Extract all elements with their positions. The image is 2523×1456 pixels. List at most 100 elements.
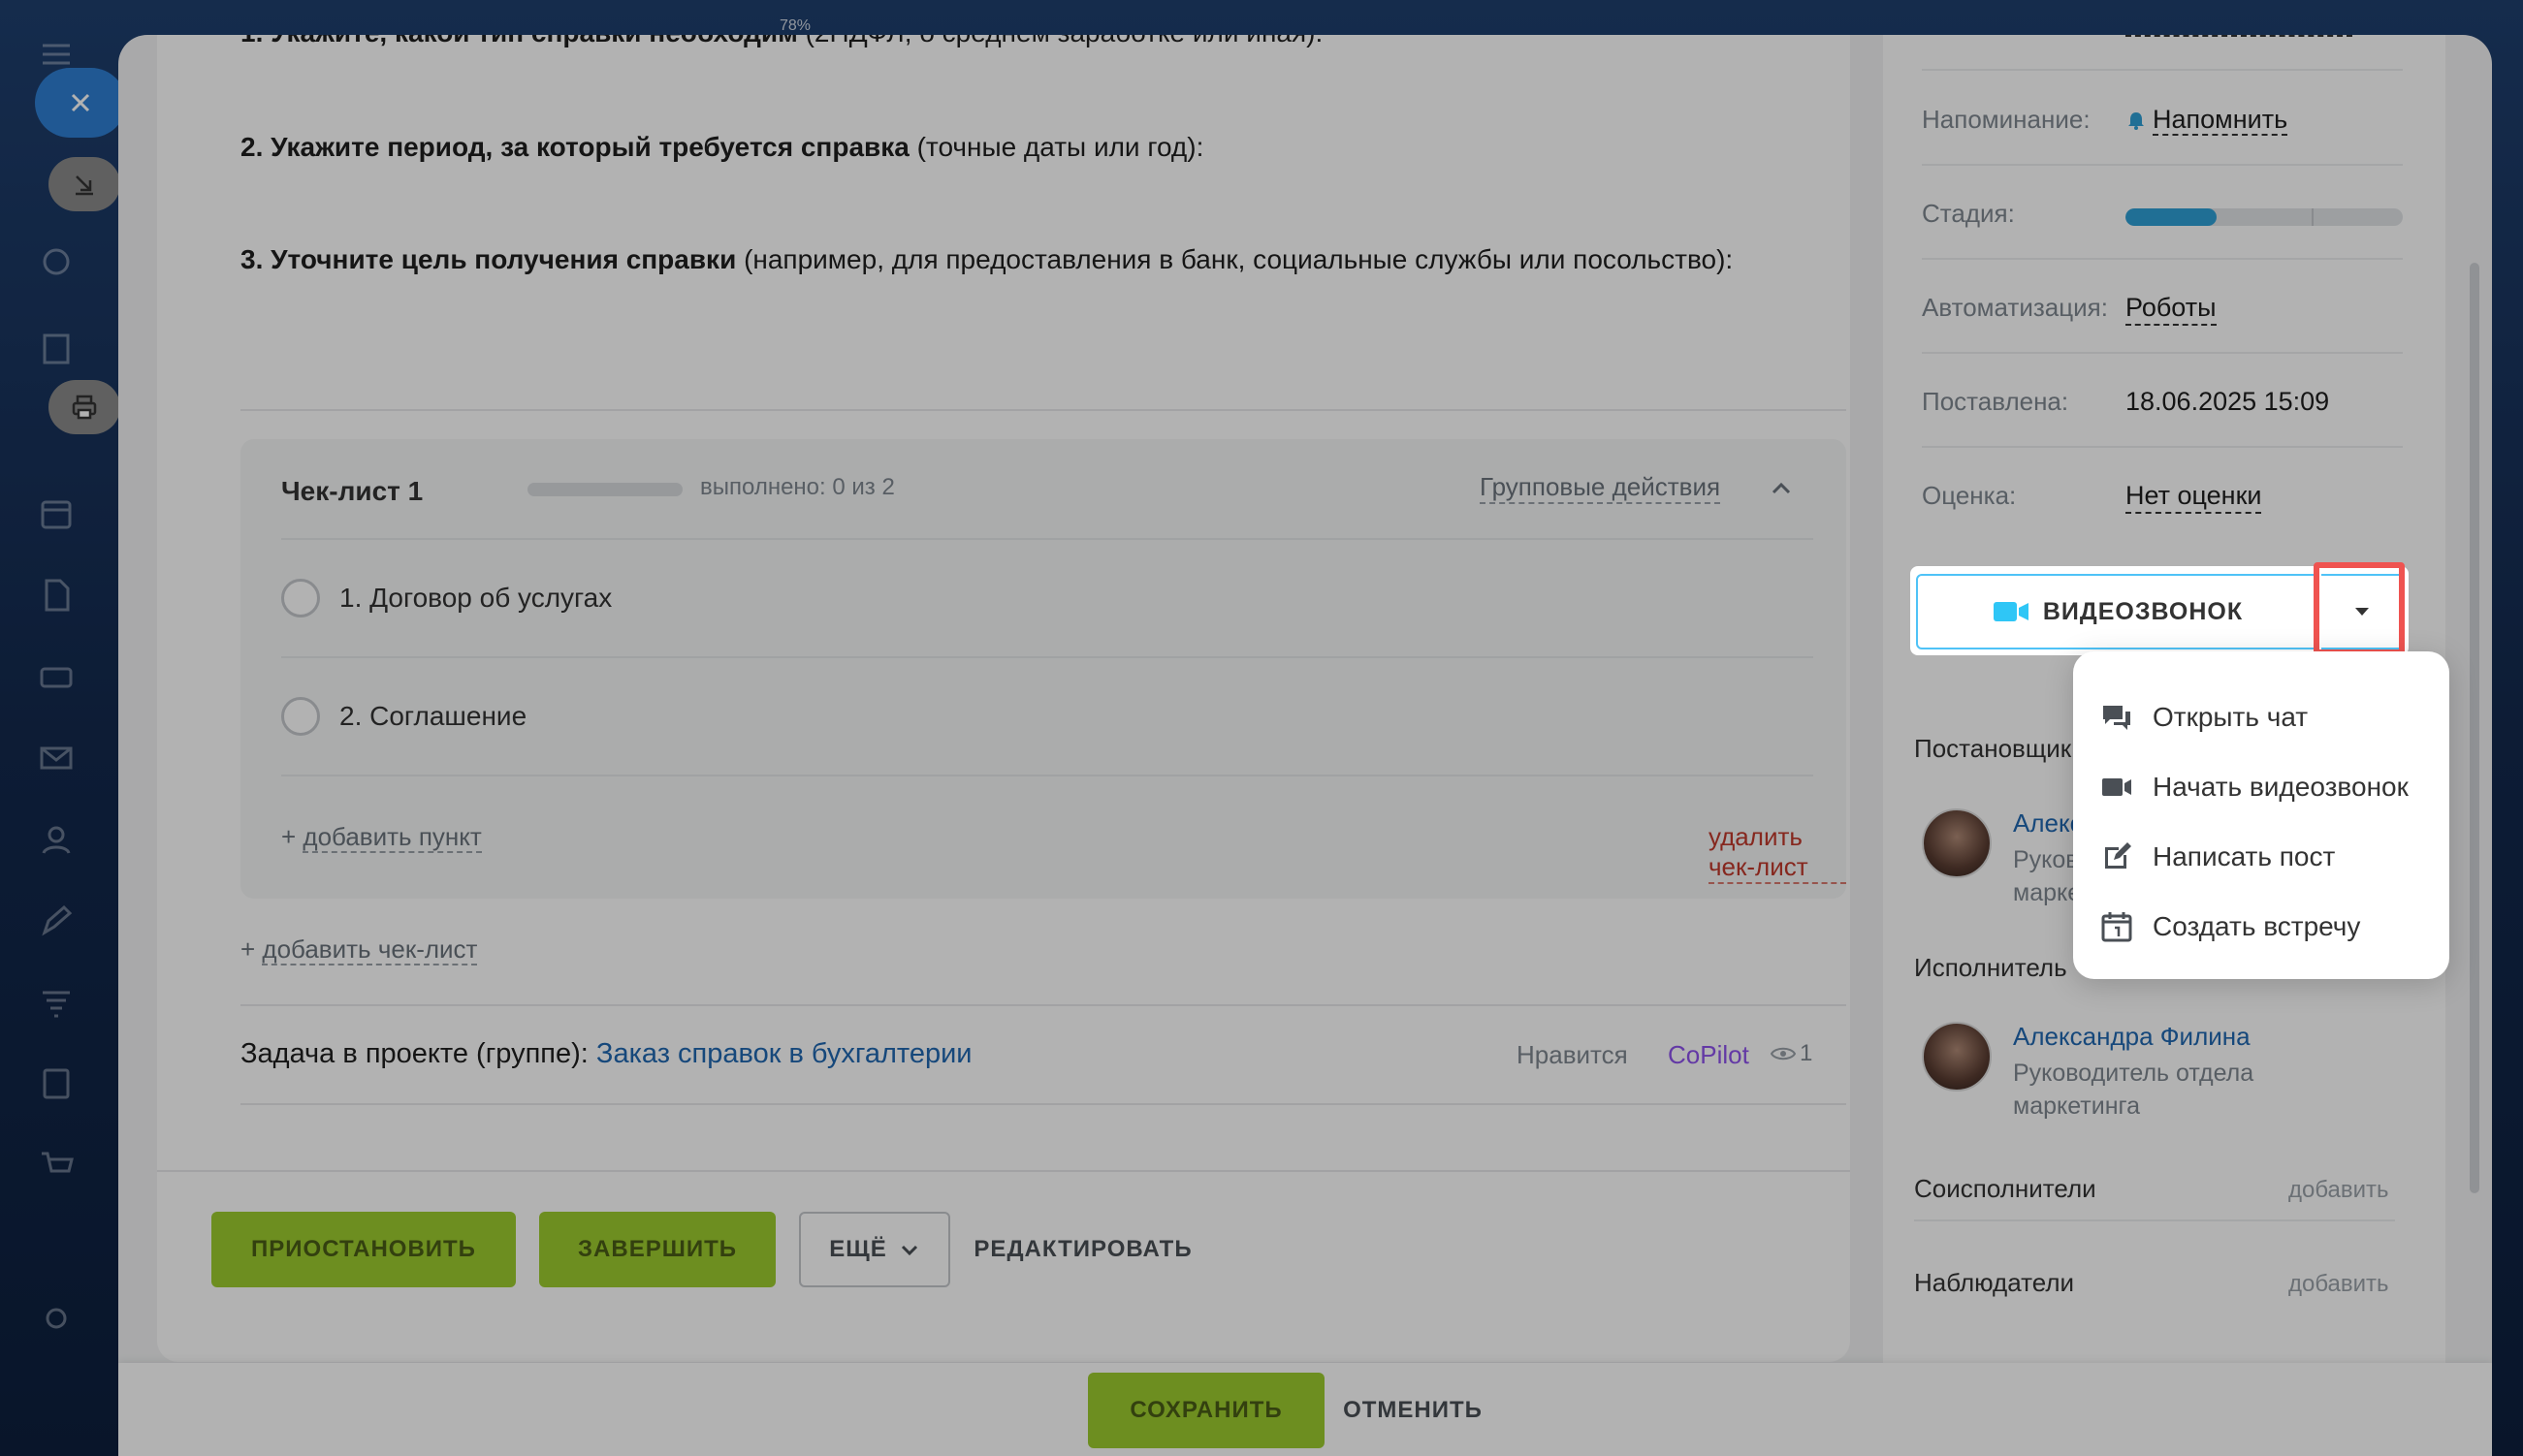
group-actions-link[interactable]: Групповые действия <box>1480 472 1721 504</box>
description-line-2-rest: (точные даты или год): <box>909 132 1204 162</box>
add-observer-link[interactable]: добавить <box>2288 1271 2389 1298</box>
add-item-label: добавить пункт <box>303 822 482 853</box>
description-line-3: 3. Уточните цель получения справки (напр… <box>240 244 1733 275</box>
created-label: Поставлена: <box>1922 387 2069 416</box>
avatar[interactable] <box>1922 1022 1992 1092</box>
assignee-person[interactable]: Александра Филина Руководитель отдела ма… <box>1922 1022 2378 1128</box>
menu-item-create-meeting[interactable]: Создать встречу <box>2100 902 2430 952</box>
menu-item-write-post[interactable]: Написать пост <box>2100 832 2430 882</box>
description-line-2: 2. Укажите период, за который требуется … <box>240 132 1203 163</box>
close-icon <box>71 93 90 112</box>
cancel-button[interactable]: ОТМЕНИТЬ <box>1340 1373 1485 1448</box>
add-coexecutor-link[interactable]: добавить <box>2288 1177 2389 1204</box>
menu-item-label: Начать видеозвонок <box>2153 772 2409 802</box>
complete-button[interactable]: ЗАВЕРШИТЬ <box>539 1212 776 1287</box>
bell-icon <box>2128 112 2144 130</box>
rail-calendar-icon[interactable] <box>37 494 76 533</box>
checklist-item-checkbox[interactable] <box>281 697 320 736</box>
chat-icon <box>2103 706 2130 730</box>
automation-row: Автоматизация: Роботы <box>1922 260 2403 354</box>
video-call-button[interactable]: ВИДЕОЗВОНОК <box>1916 574 2319 649</box>
sidebar-scrollbar[interactable] <box>2470 263 2479 1193</box>
footer-divider <box>157 1170 1850 1172</box>
checklist-title[interactable]: Чек-лист 1 <box>281 476 423 507</box>
menu-item-label: Открыть чат <box>2153 702 2309 732</box>
video-call-menu: Открыть чат Начать видеозвонок Написать … <box>2073 651 2449 979</box>
checklist-divider <box>281 775 1813 776</box>
add-checklist-item-link[interactable]: + добавить пункт <box>281 822 482 853</box>
add-checklist-link[interactable]: + добавить чек-лист <box>240 934 478 965</box>
avatar[interactable] <box>1922 808 1992 878</box>
coexecutors-divider <box>1914 1219 2395 1221</box>
rail-drive-icon[interactable] <box>37 657 76 696</box>
rail-contacts-icon[interactable] <box>37 820 76 859</box>
assignee-section-title: Исполнитель <box>1914 953 2067 982</box>
add-item-prefix: + <box>281 822 303 851</box>
assignee-name[interactable]: Александра Филина <box>2013 1022 2251 1052</box>
rail-sales-icon[interactable] <box>37 242 76 281</box>
rail-docs-icon[interactable] <box>37 576 76 615</box>
checklist-progress-text: выполнено: 0 из 2 <box>700 474 895 500</box>
bottom-action-bar: СОХРАНИТЬ ОТМЕНИТЬ <box>118 1363 2492 1456</box>
dropdown-toggle-highlight <box>2314 562 2405 655</box>
more-button[interactable]: ЕЩЁ <box>799 1212 950 1287</box>
menu-item-open-chat[interactable]: Открыть чат <box>2100 692 2430 743</box>
rail-settings-icon[interactable] <box>37 1299 76 1338</box>
minimize-slider-button[interactable] <box>48 157 120 211</box>
checklist-item-checkbox[interactable] <box>281 579 320 617</box>
stage-tick <box>2312 208 2314 226</box>
copilot-button[interactable]: CoPilot <box>1668 1040 1749 1070</box>
reminder-value[interactable]: Напомнить <box>2125 105 2288 136</box>
edit-button[interactable]: РЕДАКТИРОВАТЬ <box>972 1212 1195 1287</box>
stage-progress-fill <box>2125 208 2218 226</box>
video-camera-icon <box>1993 602 2028 621</box>
sidebar-row-cut <box>1922 35 2403 71</box>
reminder-label: Напоминание: <box>1922 105 2091 134</box>
print-button[interactable] <box>48 380 120 434</box>
assignee-role-line-2: маркетинга <box>2013 1092 2140 1120</box>
close-slider-button[interactable] <box>35 68 126 138</box>
zoom-label: 78% <box>780 17 812 34</box>
checklist: Чек-лист 1 выполнено: 0 из 2 Групповые д… <box>240 439 1846 899</box>
pause-button[interactable]: ПРИОСТАНОВИТЬ <box>211 1212 516 1287</box>
rail-mail-icon[interactable] <box>37 739 76 777</box>
assignee-role-line-1: Руководитель отдела <box>2013 1060 2254 1087</box>
video-camera-icon <box>2102 778 2131 796</box>
minimize-arrow-icon <box>76 175 93 196</box>
like-button[interactable]: Нравится <box>1517 1040 1628 1070</box>
rail-shop-icon[interactable] <box>37 1146 76 1185</box>
description-line-3-bold: 3. Уточните цель получения справки <box>240 244 737 274</box>
stage-progress[interactable] <box>2125 208 2403 226</box>
task-main-card: 1. Укажите, какой тип справки необходим … <box>157 35 1850 1362</box>
project-divider-top <box>240 1004 1846 1006</box>
delete-checklist-link[interactable]: удалить чек-лист <box>1709 822 1846 884</box>
reminder-value-label: Напомнить <box>2153 105 2288 136</box>
rail-news-icon[interactable] <box>37 330 76 368</box>
description-line-1: 1. Укажите, какой тип справки необходим … <box>240 35 1323 48</box>
description-divider <box>240 409 1846 411</box>
views-counter: 1 <box>1771 1040 1812 1067</box>
rail-tasks-icon[interactable] <box>37 1064 76 1103</box>
chevron-down-icon <box>901 1245 917 1256</box>
description-line-1-bold: 1. Укажите, какой тип справки необходим <box>240 35 798 47</box>
created-value: 18.06.2025 15:09 <box>2125 387 2330 416</box>
checklist-item: 1. Договор об услугах <box>281 538 1813 654</box>
project-divider-bottom <box>240 1103 1846 1105</box>
created-row: Поставлена: 18.06.2025 15:09 <box>1922 354 2403 448</box>
save-button[interactable]: СОХРАНИТЬ <box>1088 1373 1325 1448</box>
rating-value[interactable]: Нет оценки <box>2125 481 2262 514</box>
checklist-item-label[interactable]: 1. Договор об услугах <box>339 583 612 614</box>
menu-item-label: Создать встречу <box>2153 911 2361 941</box>
calendar-icon <box>2101 912 2132 942</box>
chevron-up-icon[interactable] <box>1769 476 1794 501</box>
add-checklist-label: добавить чек-лист <box>262 934 478 965</box>
automation-value[interactable]: Роботы <box>2125 293 2217 326</box>
rail-funnel-icon[interactable] <box>37 983 76 1022</box>
creator-section-title: Постановщик <box>1914 734 2072 763</box>
add-checklist-prefix: + <box>240 934 263 964</box>
project-link[interactable]: Заказ справок в бухгалтерии <box>596 1038 973 1069</box>
menu-item-start-video-call[interactable]: Начать видеозвонок <box>2100 762 2430 812</box>
checklist-progress-bar <box>527 483 683 496</box>
rail-sign-icon[interactable] <box>37 902 76 940</box>
checklist-item-label[interactable]: 2. Соглашение <box>339 701 527 732</box>
